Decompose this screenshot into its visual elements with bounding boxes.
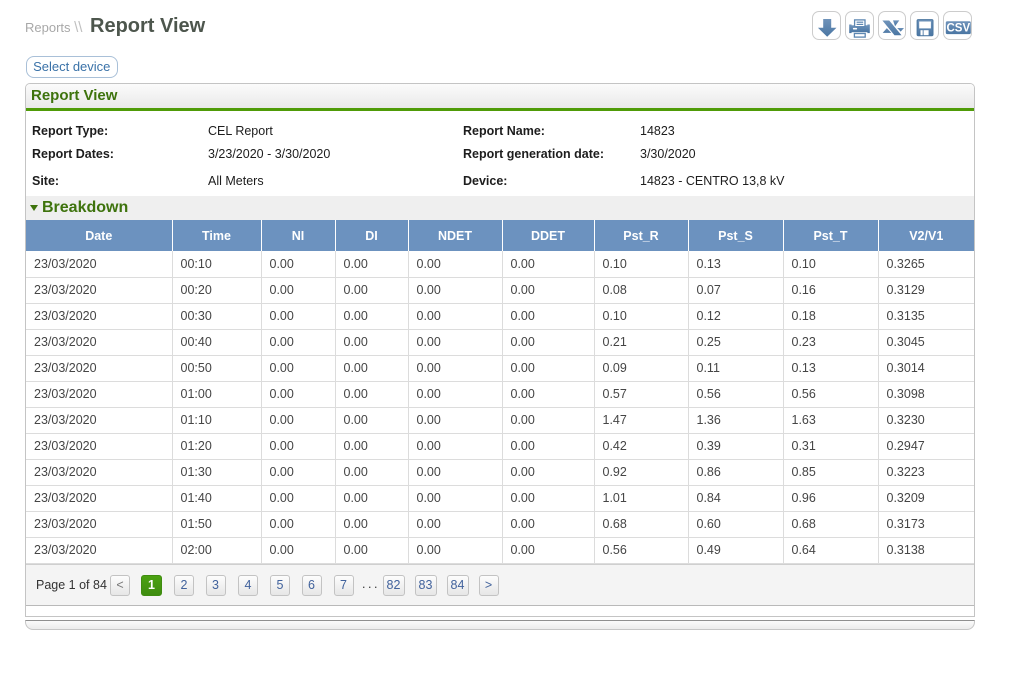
svg-text:CSV: CSV: [947, 22, 971, 34]
